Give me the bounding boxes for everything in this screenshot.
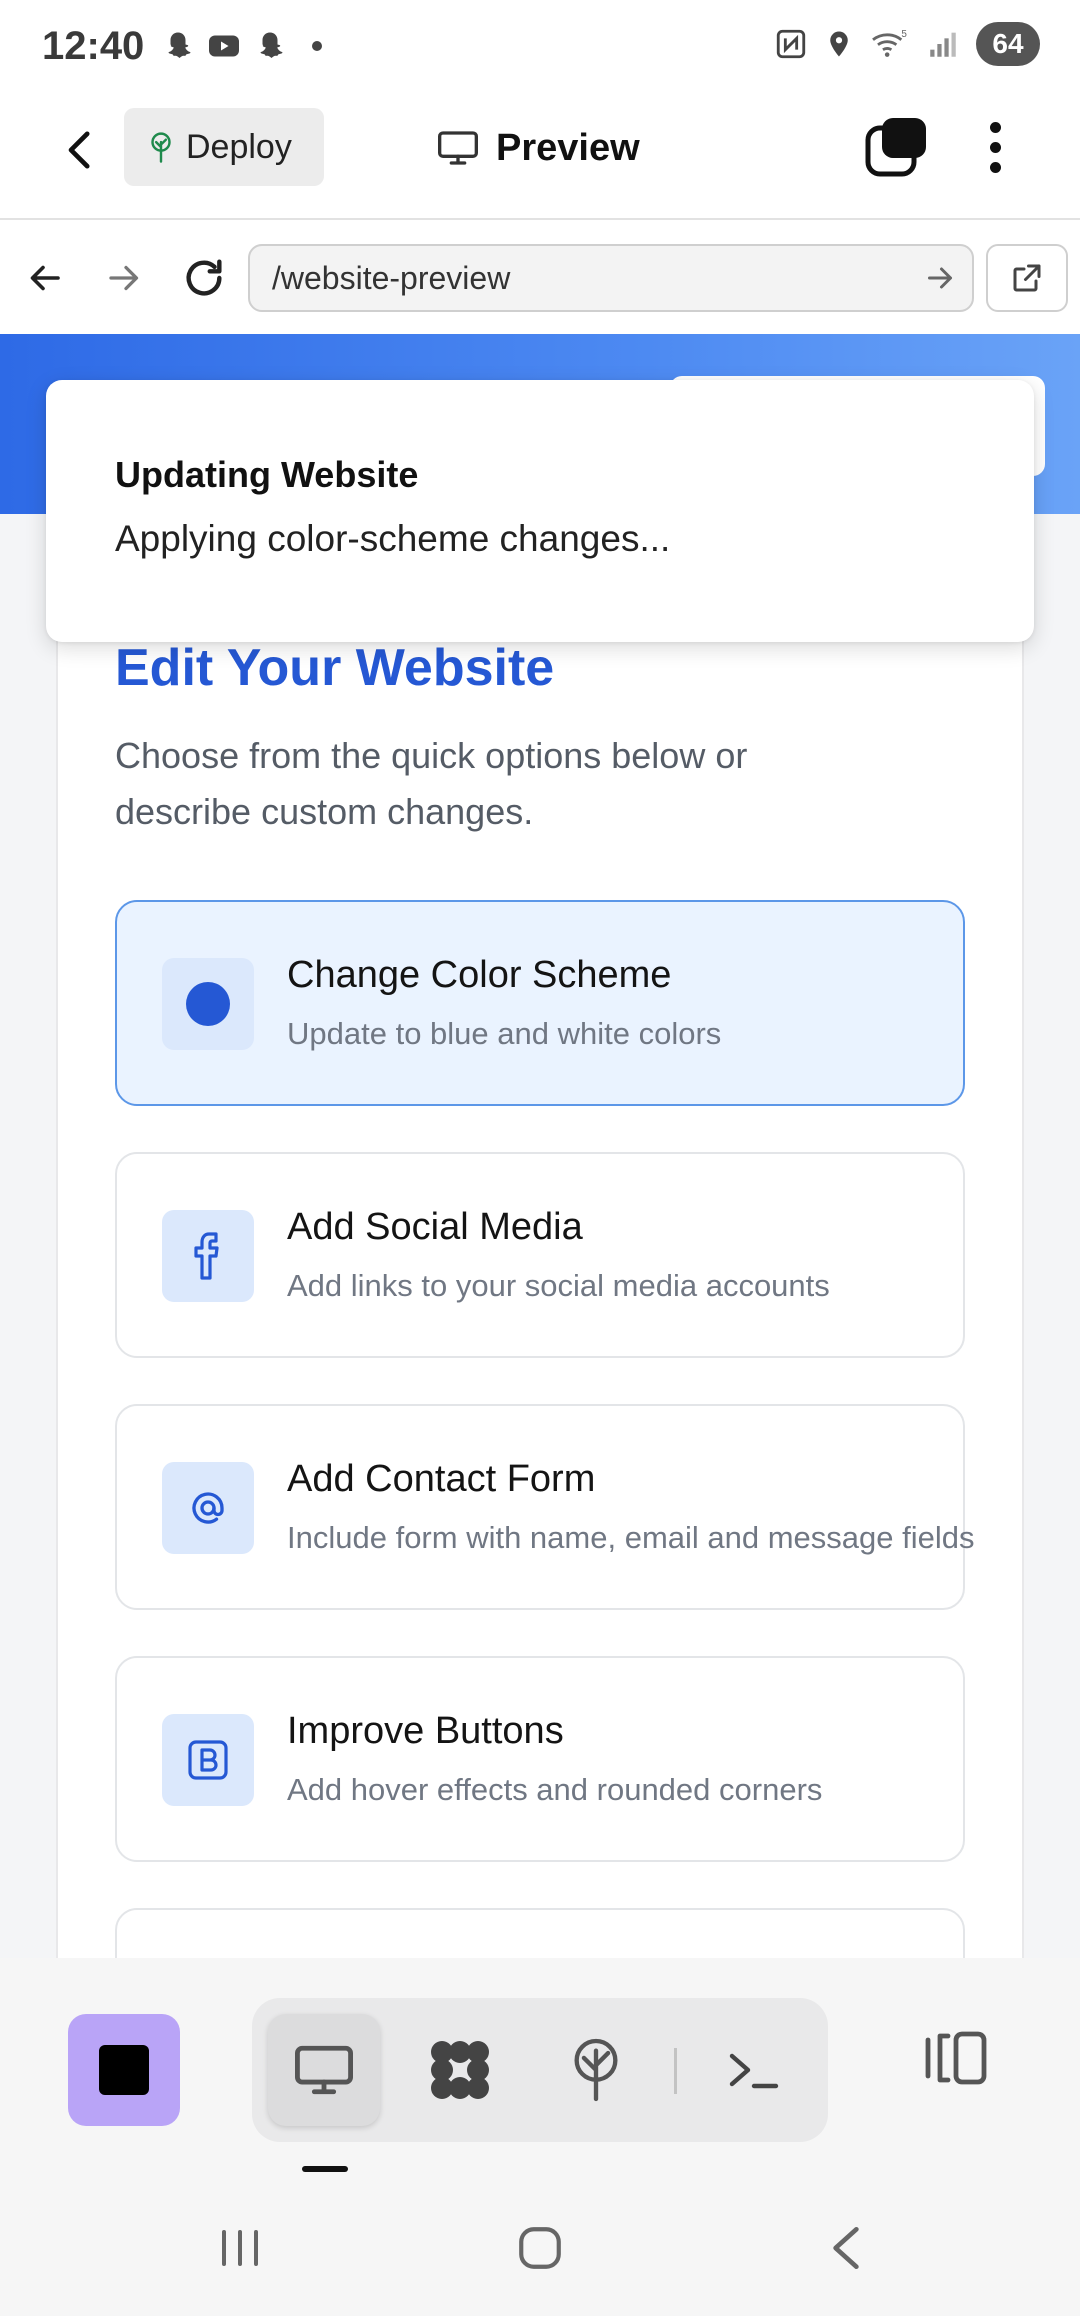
monitor-icon bbox=[438, 131, 478, 165]
status-time: 12:40 bbox=[42, 24, 145, 68]
toast-title: Updating Website bbox=[115, 454, 419, 495]
option-subtitle: Add links to your social media accounts bbox=[287, 1268, 830, 1303]
monitor-icon bbox=[295, 2045, 353, 2095]
editor-description: Choose from the quick options below or d… bbox=[115, 735, 748, 832]
toolbar-divider bbox=[674, 2048, 677, 2094]
option-title: Change Color Scheme bbox=[287, 954, 672, 996]
system-icons: 5 64 bbox=[774, 22, 1040, 66]
snapchat-icon bbox=[260, 32, 283, 58]
svg-text:5: 5 bbox=[901, 29, 907, 40]
browser-back-button[interactable] bbox=[18, 250, 74, 306]
terminal-icon bbox=[729, 2053, 779, 2089]
update-toast: Updating Website Applying color-scheme c… bbox=[46, 380, 1034, 642]
editor-title: Edit Your Website bbox=[115, 639, 555, 697]
color-dot-icon bbox=[162, 958, 254, 1050]
view-switcher bbox=[252, 1998, 828, 2142]
system-nav-bar bbox=[0, 2178, 1080, 2316]
preview-label: Preview bbox=[496, 126, 640, 169]
back-button[interactable] bbox=[52, 122, 108, 178]
tabs-button[interactable] bbox=[864, 114, 930, 180]
code-view-button[interactable] bbox=[404, 2014, 516, 2126]
stop-icon bbox=[99, 2045, 149, 2095]
option-subtitle: Update to blue and white colors bbox=[287, 1016, 722, 1051]
facebook-icon bbox=[162, 1210, 254, 1302]
toggle-panel-button[interactable] bbox=[914, 2016, 998, 2100]
browser-forward-button[interactable] bbox=[95, 250, 151, 306]
arrow-right-icon bbox=[109, 265, 139, 291]
tabs-stack-icon bbox=[865, 118, 926, 177]
status-bar: 12:40 5 64 bbox=[0, 0, 1080, 96]
deploy-view-button[interactable] bbox=[540, 2014, 652, 2126]
wifi-icon: 5 bbox=[872, 29, 907, 57]
open-external-button[interactable] bbox=[986, 244, 1068, 312]
notification-icons bbox=[160, 28, 322, 64]
deploy-tree-icon bbox=[574, 2038, 618, 2102]
home-icon bbox=[519, 2227, 561, 2269]
terminal-view-button[interactable] bbox=[698, 2014, 810, 2126]
deploy-tree-icon bbox=[151, 132, 171, 163]
external-link-icon bbox=[1013, 264, 1041, 292]
option-next-partial[interactable] bbox=[115, 1908, 965, 1958]
nfc-icon bbox=[776, 29, 806, 59]
signal-icon bbox=[930, 32, 956, 57]
more-notifications-dot bbox=[312, 41, 322, 51]
deploy-button[interactable]: Deploy bbox=[124, 108, 324, 186]
option-subtitle: Include form with name, email and messag… bbox=[287, 1520, 975, 1555]
bottom-toolbar bbox=[0, 1958, 1080, 2178]
preview-view-button[interactable] bbox=[268, 2014, 380, 2126]
url-input[interactable]: /website-preview bbox=[248, 244, 974, 312]
snapchat-icon bbox=[168, 32, 191, 58]
arrow-left-icon bbox=[30, 265, 60, 291]
at-sign-icon bbox=[162, 1462, 254, 1554]
app-header: Deploy Preview bbox=[0, 96, 1080, 220]
more-options-button[interactable] bbox=[970, 114, 1020, 180]
reload-icon bbox=[186, 259, 222, 296]
option-add-contact-form[interactable]: Add Contact Form Include form with name,… bbox=[115, 1404, 975, 1610]
youtube-icon bbox=[209, 35, 239, 57]
flower-grid-icon bbox=[431, 2041, 489, 2099]
recents-icon bbox=[222, 2230, 258, 2266]
option-subtitle: Add hover effects and rounded corners bbox=[287, 1772, 823, 1807]
browser-bar: /website-preview bbox=[0, 222, 1080, 334]
go-arrow-icon[interactable] bbox=[922, 260, 958, 296]
option-improve-buttons[interactable]: Improve Buttons Add hover effects and ro… bbox=[115, 1656, 965, 1862]
system-back-button[interactable] bbox=[806, 2208, 886, 2288]
battery-indicator: 64 bbox=[976, 22, 1040, 66]
toast-message: Applying color-scheme changes... bbox=[115, 518, 671, 559]
active-tab-indicator bbox=[302, 2166, 348, 2172]
reload-button[interactable] bbox=[176, 250, 232, 306]
home-button[interactable] bbox=[500, 2208, 580, 2288]
option-title: Improve Buttons bbox=[287, 1710, 564, 1752]
deploy-label: Deploy bbox=[186, 127, 292, 166]
recents-button[interactable] bbox=[200, 2208, 280, 2288]
chevron-left-icon bbox=[68, 131, 90, 169]
location-icon bbox=[830, 31, 848, 57]
option-change-color-scheme[interactable]: Change Color Scheme Update to blue and w… bbox=[115, 900, 965, 1106]
chevron-left-icon bbox=[833, 2226, 859, 2270]
stop-button[interactable] bbox=[68, 2014, 180, 2126]
side-panel-icon bbox=[925, 2031, 987, 2085]
preview-title: Preview bbox=[436, 116, 640, 180]
url-text: /website-preview bbox=[272, 259, 511, 296]
option-add-social-media[interactable]: Add Social Media Add links to your socia… bbox=[115, 1152, 965, 1358]
button-b-icon bbox=[162, 1714, 254, 1806]
option-title: Add Social Media bbox=[287, 1206, 583, 1248]
option-title: Add Contact Form bbox=[287, 1458, 596, 1500]
